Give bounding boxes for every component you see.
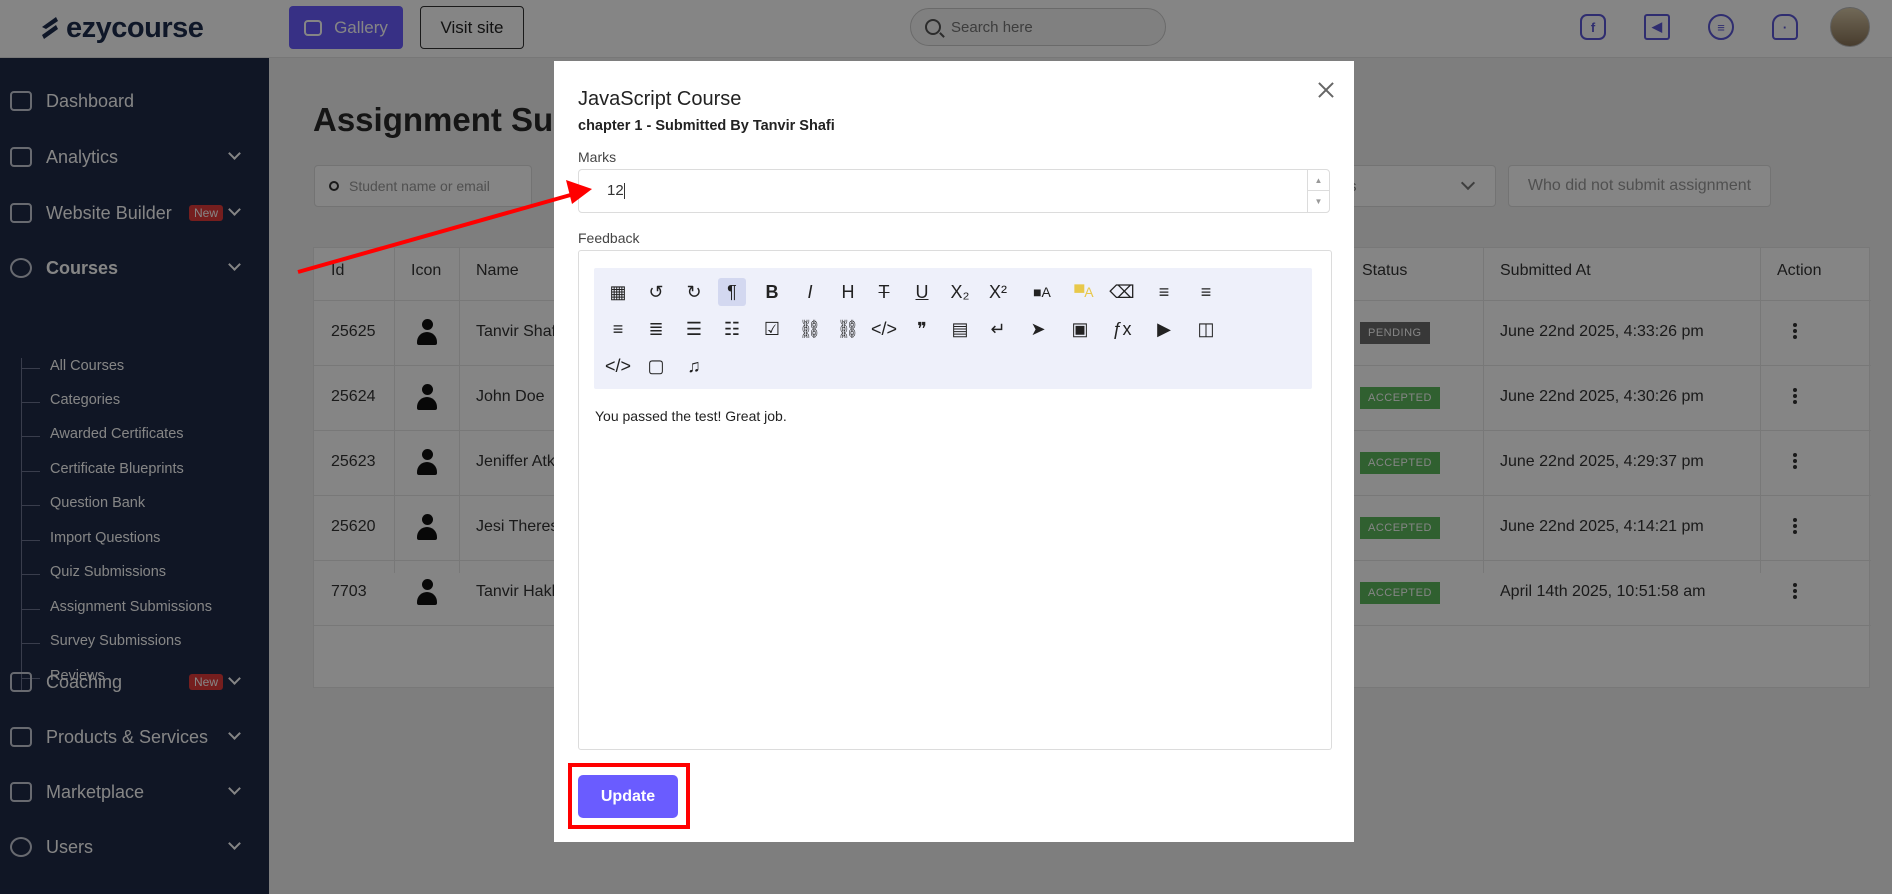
annotation-arrow-icon (297, 180, 592, 274)
